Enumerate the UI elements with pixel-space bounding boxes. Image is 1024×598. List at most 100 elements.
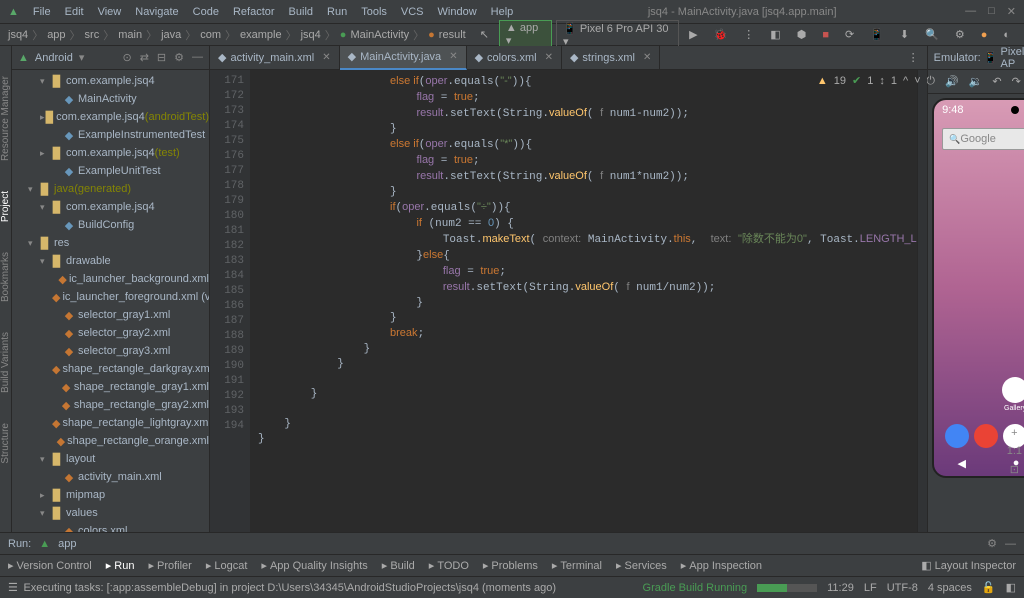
emulator-toolbar[interactable]: ⏻ 🔊 🔉 ↶ ↷ 📷 ⟲ ⟳ ⋮	[928, 70, 1024, 94]
error-stripe[interactable]	[917, 70, 927, 532]
tree-item[interactable]: ▾▉com.example.jsq4	[12, 198, 209, 216]
project-view-label[interactable]: Android	[35, 52, 73, 64]
menu-file[interactable]: File	[27, 4, 57, 20]
caret-position[interactable]: 11:29	[827, 582, 854, 594]
menu-run[interactable]: Run	[321, 4, 353, 20]
tool-problems[interactable]: ▸Problems	[483, 559, 538, 572]
run-button[interactable]: ▶	[683, 26, 703, 43]
breadcrumb-file[interactable]: MainActivity	[350, 29, 409, 41]
tool-app-inspection[interactable]: ▸App Inspection	[681, 559, 762, 572]
more-actions[interactable]: ⋮	[737, 26, 760, 43]
account-icon[interactable]: ●	[975, 27, 994, 43]
tree-item[interactable]: ▾▉values	[12, 504, 209, 522]
breadcrumb[interactable]: jsq4〉app〉src〉main〉java〉com〉example〉jsq4	[8, 27, 321, 43]
tree-item[interactable]: ▾▉com.example.jsq4	[12, 72, 209, 90]
crumb-main[interactable]: main	[118, 29, 142, 41]
debug-button[interactable]: 🐞	[708, 26, 734, 43]
tree-item[interactable]: ◆colors.xml	[12, 522, 209, 532]
structure-tab[interactable]: Structure	[0, 423, 11, 464]
tree-item[interactable]: ◆selector_gray3.xml	[12, 342, 209, 360]
indent-config[interactable]: 4 spaces	[928, 582, 972, 594]
breadcrumb-member[interactable]: result	[439, 29, 466, 41]
select-opened-file[interactable]: ⊙	[122, 51, 131, 64]
expand-all[interactable]: ⇄	[140, 51, 149, 64]
tool-run[interactable]: ▸Run	[106, 559, 135, 572]
tool-profiler[interactable]: ▸Profiler	[148, 559, 191, 572]
settings-button[interactable]: ⚙	[949, 26, 971, 43]
tree-item[interactable]: ▸▉mipmap	[12, 486, 209, 504]
tree-item[interactable]: ▸▉com.example.jsq4 (test)	[12, 144, 209, 162]
menu-window[interactable]: Window	[432, 4, 483, 20]
crumb-jsq4[interactable]: jsq4	[8, 29, 28, 41]
profiler-button[interactable]: ◧	[764, 26, 786, 43]
tree-item[interactable]: ▾▉drawable	[12, 252, 209, 270]
zoom-out-icon[interactable]: ⊡	[1010, 463, 1019, 476]
search-button[interactable]: 🔍	[919, 26, 945, 43]
tree-item[interactable]: ▾▉java (generated)	[12, 180, 209, 198]
window-controls[interactable]: —□✕	[965, 5, 1016, 18]
build-status[interactable]: Gradle Build Running	[643, 582, 748, 594]
app-icon-gallery[interactable]: Gallery	[1002, 377, 1024, 412]
notifications-icon[interactable]: ◐	[997, 27, 1016, 43]
tree-item[interactable]: ▾▉layout	[12, 450, 209, 468]
menu-code[interactable]: Code	[187, 4, 225, 20]
close-tab-icon[interactable]: ✕	[643, 52, 651, 63]
menu-tools[interactable]: Tools	[355, 4, 393, 20]
tree-item[interactable]: ◆shape_rectangle_gray2.xml	[12, 396, 209, 414]
stop-button[interactable]: ■	[816, 27, 835, 43]
menu-build[interactable]: Build	[283, 4, 319, 20]
readonly-icon[interactable]: 🔓	[982, 581, 996, 594]
volume-up-icon[interactable]: 🔊	[945, 75, 959, 88]
close-tab-icon[interactable]: ✕	[545, 52, 553, 63]
crumb-app[interactable]: app	[47, 29, 65, 41]
tool-build[interactable]: ▸Build	[382, 559, 415, 572]
rotate-left-icon[interactable]: ↶	[992, 75, 1001, 88]
tree-item[interactable]: ▾▉res	[12, 234, 209, 252]
run-settings-icon[interactable]: ⚙	[987, 537, 997, 550]
inspection-widget[interactable]: ▲19 ✔1 ↕1 ^˅	[817, 74, 921, 87]
tree-item[interactable]: ◆shape_rectangle_lightgray.xml	[12, 414, 209, 432]
file-encoding[interactable]: UTF-8	[887, 582, 918, 594]
memory-icon[interactable]: ◧	[1006, 581, 1016, 594]
crumb-jsq4[interactable]: jsq4	[301, 29, 321, 41]
tab-list-icon[interactable]: ⋮	[908, 51, 919, 64]
bookmarks-tab[interactable]: Bookmarks	[0, 252, 11, 302]
tool-services[interactable]: ▸Services	[616, 559, 667, 572]
rotate-right-icon[interactable]: ↷	[1012, 75, 1021, 88]
editor-tab[interactable]: ◆colors.xml✕	[467, 46, 562, 70]
build-variants-tab[interactable]: Build Variants	[0, 332, 11, 393]
tree-item[interactable]: ◆BuildConfig	[12, 216, 209, 234]
tool-app-quality-insights[interactable]: ▸App Quality Insights	[261, 559, 367, 572]
crumb-src[interactable]: src	[85, 29, 100, 41]
project-tab[interactable]: Project	[0, 191, 11, 222]
tree-item[interactable]: ◆ExampleUnitTest	[12, 162, 209, 180]
tree-item[interactable]: ◆selector_gray2.xml	[12, 324, 209, 342]
tool-layout-inspector[interactable]: ◧ Layout Inspector	[921, 559, 1016, 572]
back-button[interactable]: ↖	[474, 26, 495, 43]
editor-tab[interactable]: ◆MainActivity.java✕	[340, 46, 467, 70]
tree-item[interactable]: ◆selector_gray1.xml	[12, 306, 209, 324]
attach-debugger[interactable]: ⬢	[791, 26, 813, 43]
tool-logcat[interactable]: ▸Logcat	[206, 559, 248, 572]
zoom-fit-icon[interactable]: 1:1	[1007, 445, 1022, 457]
power-icon[interactable]: ⏻	[926, 75, 935, 88]
line-gutter[interactable]: 171 172 173 174 175 176 177 178 179 180 …	[210, 70, 250, 532]
menu-refactor[interactable]: Refactor	[227, 4, 281, 20]
tree-item[interactable]: ▸▉com.example.jsq4 (androidTest)	[12, 108, 209, 126]
settings-icon[interactable]: ⚙	[174, 51, 184, 64]
run-panel-header[interactable]: Run:▲app ⚙ —	[0, 532, 1024, 554]
crumb-java[interactable]: java	[161, 29, 181, 41]
zoom-in-icon[interactable]: +	[1011, 427, 1017, 439]
tree-item[interactable]: ◆activity_main.xml	[12, 468, 209, 486]
tree-item[interactable]: ◆ic_launcher_background.xml	[12, 270, 209, 288]
tree-item[interactable]: ◆shape_rectangle_orange.xml	[12, 432, 209, 450]
menu-edit[interactable]: Edit	[59, 4, 90, 20]
search-widget[interactable]: 🔍 Google	[942, 128, 1024, 150]
editor-tab[interactable]: ◆strings.xml✕	[562, 46, 660, 70]
close-tab-icon[interactable]: ✕	[322, 52, 330, 63]
tree-item[interactable]: ◆ExampleInstrumentedTest	[12, 126, 209, 144]
tree-item[interactable]: ◆shape_rectangle_darkgray.xml	[12, 360, 209, 378]
resource-manager-tab[interactable]: Resource Manager	[0, 76, 11, 161]
menu-help[interactable]: Help	[485, 4, 520, 20]
project-tree[interactable]: ▾▉com.example.jsq4◆MainActivity▸▉com.exa…	[12, 70, 209, 532]
